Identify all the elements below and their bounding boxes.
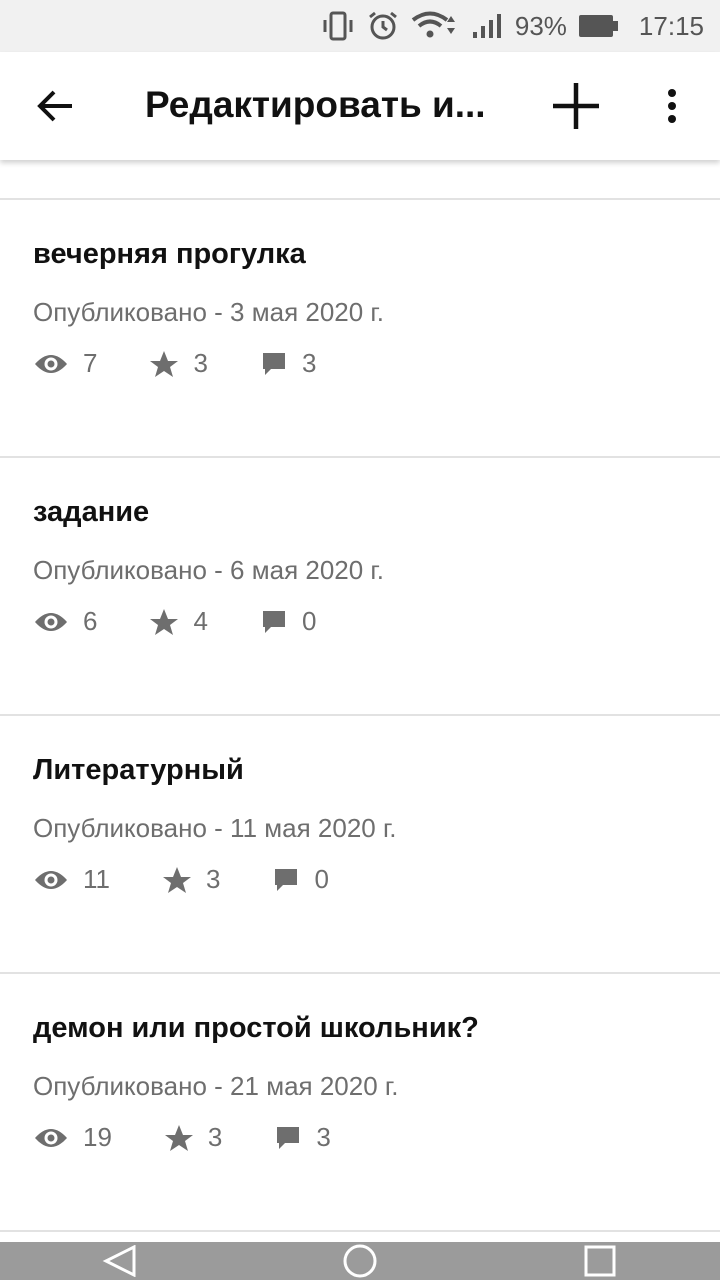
views-stat: 7 xyxy=(33,348,97,379)
star-icon xyxy=(164,1124,193,1151)
comment-icon xyxy=(262,610,285,633)
post-title: вечерняя прогулка xyxy=(33,238,306,270)
comment-icon xyxy=(277,1126,300,1149)
wifi-icon xyxy=(411,10,459,42)
stars-stat: 4 xyxy=(149,606,208,637)
clock: 17:15 xyxy=(638,10,704,41)
comments-stat: 3 xyxy=(274,1122,331,1153)
comments-stat: 0 xyxy=(260,606,316,637)
home-circle-icon xyxy=(343,1244,377,1278)
more-options-button[interactable] xyxy=(654,78,690,134)
views-count: 6 xyxy=(83,606,98,636)
post-stats: 7 3 3 xyxy=(33,348,368,379)
stars-stat: 3 xyxy=(164,1122,222,1153)
post-date: Опубликовано - 21 мая 2020 г. xyxy=(33,1071,399,1101)
post-date: Опубликовано - 11 мая 2020 г. xyxy=(33,813,397,843)
stars-count: 3 xyxy=(193,348,208,378)
post-list: вечерняя прогулка Опубликовано - 3 мая 2… xyxy=(0,160,720,1232)
stars-count: 4 xyxy=(193,606,208,636)
list-top-spacer xyxy=(0,160,720,198)
signal-icon xyxy=(471,12,503,40)
battery-percent: 93% xyxy=(514,10,567,41)
battery-icon xyxy=(578,15,618,37)
comments-count: 0 xyxy=(314,864,329,894)
app-bar: Редактировать и... xyxy=(0,52,720,160)
post-title: Литературный xyxy=(33,754,244,786)
eye-icon xyxy=(35,1128,67,1147)
system-nav-bar xyxy=(0,1242,720,1280)
nav-recents-button[interactable] xyxy=(570,1242,630,1280)
comments-count: 3 xyxy=(316,1122,331,1152)
comments-stat: 0 xyxy=(272,864,329,895)
add-button[interactable] xyxy=(548,76,604,136)
views-stat: 11 xyxy=(33,864,110,895)
post-stats: 19 3 3 xyxy=(33,1122,383,1153)
nav-home-button[interactable] xyxy=(330,1242,390,1280)
stars-stat: 3 xyxy=(149,348,208,379)
nav-back-button[interactable] xyxy=(90,1242,150,1280)
vibrate-icon xyxy=(321,11,355,41)
list-item[interactable]: вечерняя прогулка Опубликовано - 3 мая 2… xyxy=(0,200,720,458)
post-date: Опубликовано - 6 мая 2020 г. xyxy=(33,555,384,585)
alarm-icon xyxy=(367,10,399,42)
eye-icon xyxy=(35,354,67,373)
comment-icon xyxy=(262,352,285,375)
eye-icon xyxy=(35,870,67,889)
list-item[interactable]: задание Опубликовано - 6 мая 2020 г. 6 4… xyxy=(0,458,720,716)
post-stats: 6 4 0 xyxy=(33,606,368,637)
more-vert-icon xyxy=(668,89,676,123)
star-icon xyxy=(163,866,191,893)
post-title: демон или простой школьник? xyxy=(33,1012,479,1044)
comment-icon xyxy=(275,868,298,891)
comments-stat: 3 xyxy=(260,348,316,379)
post-stats: 11 3 0 xyxy=(33,864,381,895)
back-button[interactable] xyxy=(30,80,82,132)
list-item[interactable]: демон или простой школьник? Опубликовано… xyxy=(0,974,720,1232)
views-count: 7 xyxy=(83,348,98,378)
stars-count: 3 xyxy=(206,864,221,894)
comments-count: 0 xyxy=(301,606,317,636)
star-icon xyxy=(150,350,179,377)
plus-icon xyxy=(553,83,599,129)
star-icon xyxy=(150,608,179,635)
back-arrow-icon xyxy=(37,90,72,122)
views-count: 19 xyxy=(83,1122,112,1152)
views-stat: 6 xyxy=(33,606,97,637)
views-stat: 19 xyxy=(33,1122,112,1153)
stars-stat: 3 xyxy=(162,864,220,895)
list-item[interactable]: Литературный Опубликовано - 11 мая 2020 … xyxy=(0,716,720,974)
back-triangle-icon xyxy=(102,1245,136,1277)
page-title: Редактировать и... xyxy=(145,84,486,125)
eye-icon xyxy=(35,612,67,631)
status-bar: 93% 17:15 xyxy=(0,0,720,52)
recents-square-icon xyxy=(584,1245,616,1277)
views-count: 11 xyxy=(83,864,110,894)
stars-count: 3 xyxy=(207,1122,223,1152)
comments-count: 3 xyxy=(301,348,317,378)
post-date: Опубликовано - 3 мая 2020 г. xyxy=(33,297,384,327)
post-title: задание xyxy=(33,496,150,528)
